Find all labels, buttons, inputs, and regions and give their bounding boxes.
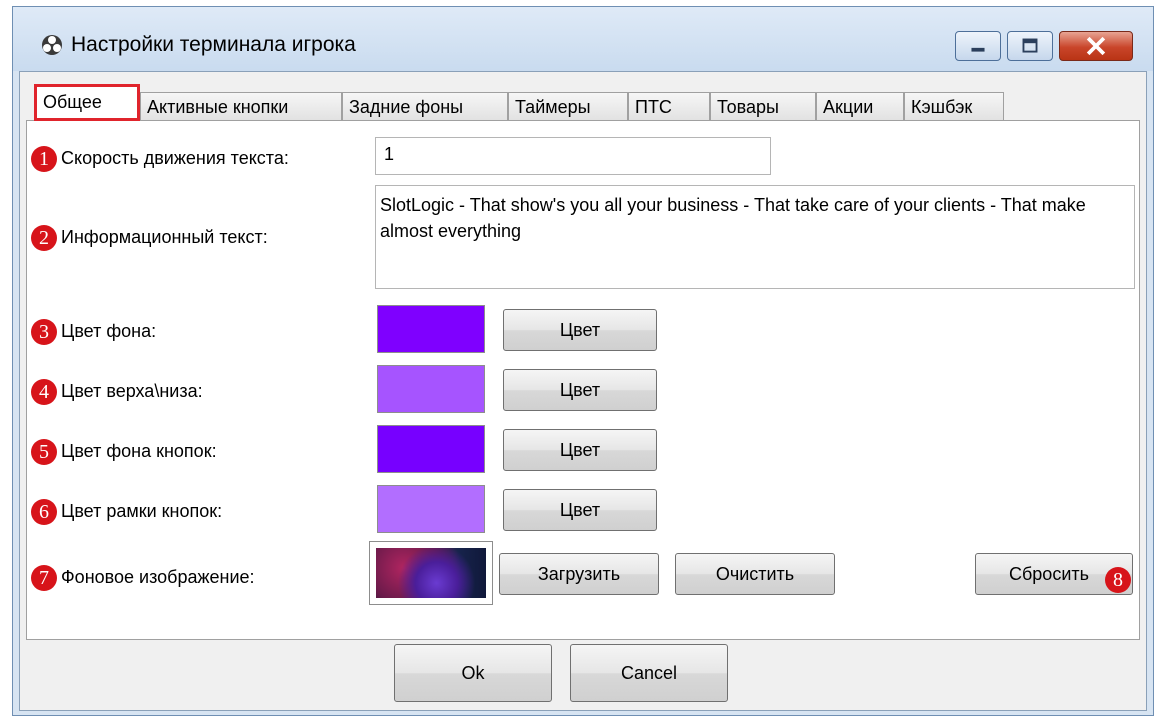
button-bg-color-swatch bbox=[377, 425, 485, 473]
settings-window: Настройки терминала игрока Общее Активны… bbox=[12, 6, 1154, 716]
close-icon bbox=[1086, 36, 1106, 56]
callout-badge: 8 bbox=[1105, 567, 1131, 593]
window-title: Настройки терминала игрока bbox=[71, 33, 356, 56]
bg-image-label: Фоновое изображение: bbox=[61, 567, 255, 587]
cancel-button[interactable]: Cancel bbox=[570, 644, 728, 702]
topbottom-color-swatch bbox=[377, 365, 485, 413]
dialog-body: Общее Активные кнопки Задние фоны Таймер… bbox=[19, 71, 1147, 711]
tab-timers[interactable]: Таймеры bbox=[508, 92, 628, 120]
topbottom-color-button[interactable]: Цвет bbox=[503, 369, 657, 411]
callout-badge: 7 bbox=[31, 565, 57, 591]
bg-image-thumbnail bbox=[376, 548, 486, 598]
button-bg-color-button[interactable]: Цвет bbox=[503, 429, 657, 471]
topbottom-color-label: Цвет верха\низа: bbox=[61, 381, 203, 401]
tab-promotions[interactable]: Акции bbox=[816, 92, 904, 120]
callout-badge: 1 bbox=[31, 146, 57, 172]
tab-pts[interactable]: ПТС bbox=[628, 92, 710, 120]
bg-image-preview bbox=[369, 541, 493, 605]
clear-image-button[interactable]: Очистить bbox=[675, 553, 835, 595]
tab-general[interactable]: Общее bbox=[34, 84, 140, 121]
tab-backgrounds[interactable]: Задние фоны bbox=[342, 92, 508, 120]
button-border-color-swatch bbox=[377, 485, 485, 533]
close-button[interactable] bbox=[1059, 31, 1133, 61]
minimize-button[interactable] bbox=[955, 31, 1001, 61]
maximize-button[interactable] bbox=[1007, 31, 1053, 61]
text-speed-label: Скорость движения текста: bbox=[61, 148, 289, 168]
info-text-area[interactable]: SlotLogic - That show's you all your bus… bbox=[375, 185, 1135, 289]
app-icon bbox=[42, 35, 62, 55]
text-speed-input[interactable]: 1 bbox=[375, 137, 771, 175]
callout-badge: 3 bbox=[31, 319, 57, 345]
button-bg-color-label: Цвет фона кнопок: bbox=[61, 441, 217, 461]
maximize-icon bbox=[1022, 38, 1038, 53]
minimize-icon bbox=[971, 47, 985, 52]
tab-active-buttons[interactable]: Активные кнопки bbox=[140, 92, 342, 120]
info-text-label: Информационный текст: bbox=[61, 227, 268, 247]
general-tab-page: 1 Скорость движения текста: 1 2 Информац… bbox=[26, 120, 1140, 640]
bg-color-swatch bbox=[377, 305, 485, 353]
callout-badge: 6 bbox=[31, 499, 57, 525]
title-bar[interactable]: Настройки терминала игрока bbox=[13, 7, 1153, 71]
button-border-color-label: Цвет рамки кнопок: bbox=[61, 501, 223, 521]
button-border-color-button[interactable]: Цвет bbox=[503, 489, 657, 531]
callout-badge: 4 bbox=[31, 379, 57, 405]
callout-badge: 5 bbox=[31, 439, 57, 465]
bg-color-label: Цвет фона: bbox=[61, 321, 157, 341]
tab-goods[interactable]: Товары bbox=[710, 92, 816, 120]
callout-badge: 2 bbox=[31, 225, 57, 251]
bg-color-button[interactable]: Цвет bbox=[503, 309, 657, 351]
ok-button[interactable]: Ok bbox=[394, 644, 552, 702]
tab-cashback[interactable]: Кэшбэк bbox=[904, 92, 1004, 120]
load-image-button[interactable]: Загрузить bbox=[499, 553, 659, 595]
